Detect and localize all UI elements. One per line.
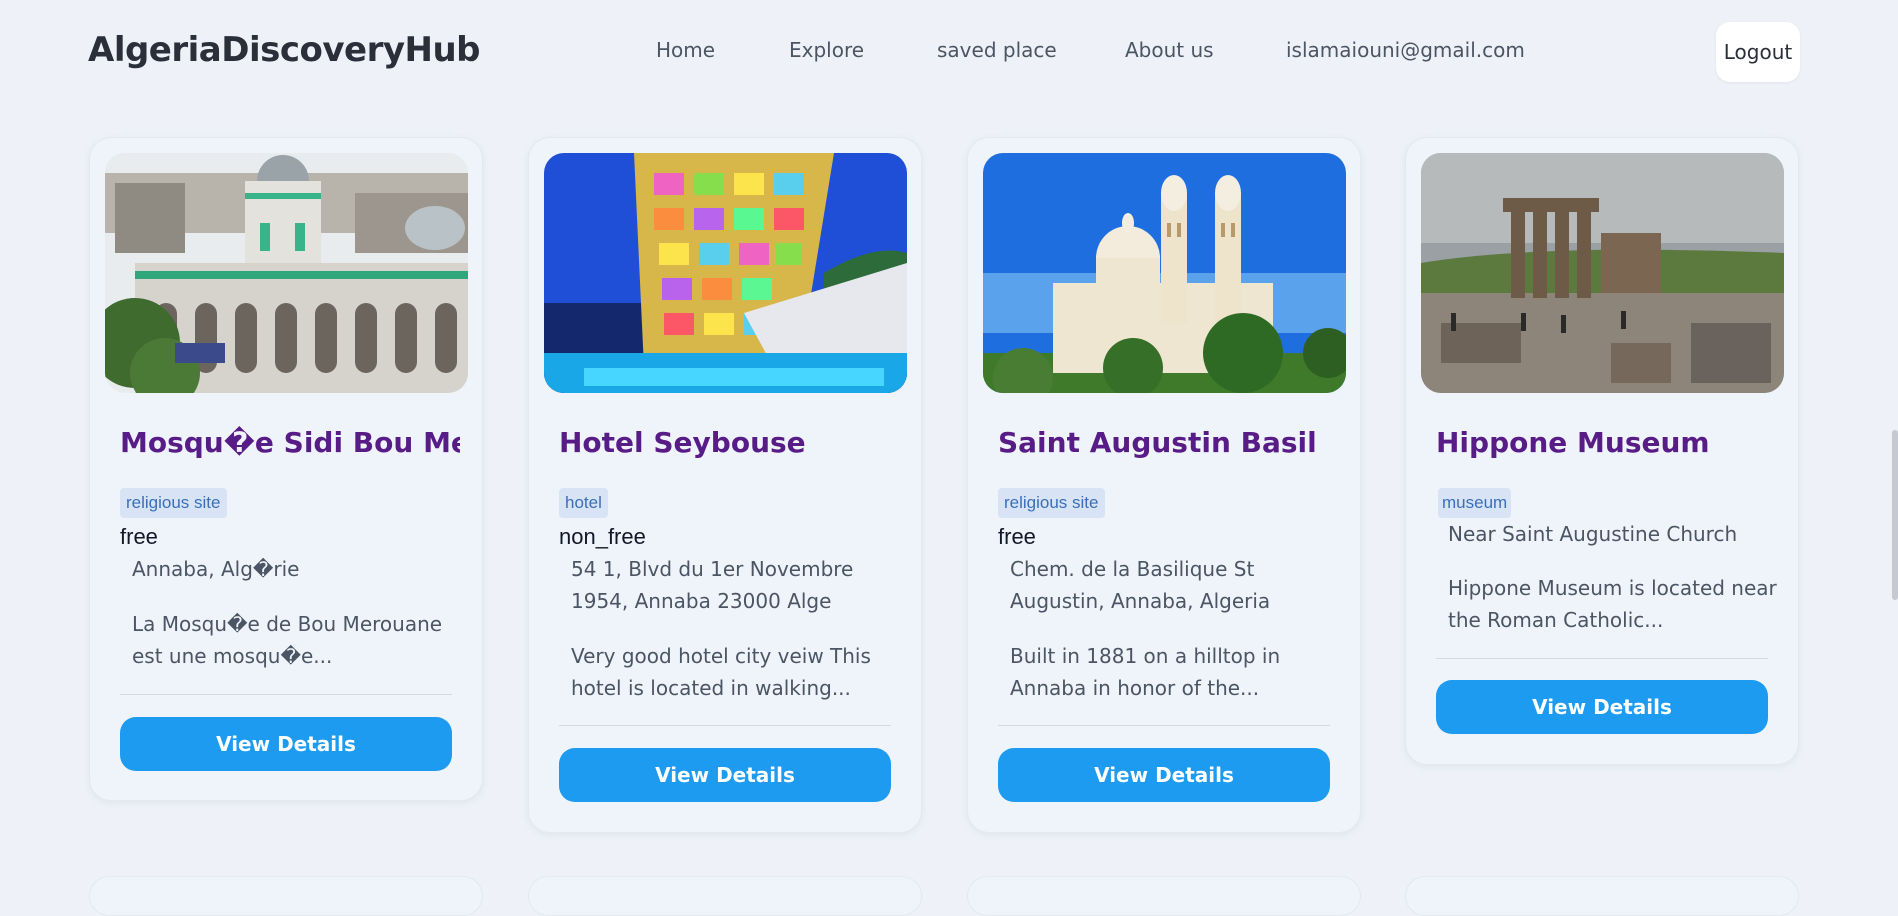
card-divider [998, 725, 1330, 726]
place-card: Mosqu�e Sidi Bou Mer religious site free… [89, 137, 483, 801]
place-address: 54 1, Blvd du 1er Novembre 1954, Annaba … [571, 557, 854, 613]
ruins-photo [1421, 153, 1784, 393]
place-card-partial [89, 876, 483, 916]
place-title[interactable]: Mosqu�e Sidi Bou Mer [120, 426, 460, 459]
site-logo[interactable]: AlgeriaDiscoveryHub [88, 30, 481, 70]
place-address: Annaba, Alg�rie [132, 557, 300, 581]
category-badge: religious site [998, 488, 1105, 518]
card-divider [120, 694, 452, 695]
basilica-photo [983, 153, 1346, 393]
nav-user-email[interactable]: islamaiouni@gmail.com [1286, 38, 1525, 62]
place-title[interactable]: Hippone Museum [1436, 426, 1776, 459]
place-description: Built in 1881 on a hilltop in Annaba in … [1010, 644, 1281, 700]
price-label: free [120, 524, 158, 549]
place-card: Hotel Seybouse hotel non_free 54 1, Blvd… [528, 137, 922, 833]
price-label: non_free [559, 524, 646, 549]
place-description: Very good hotel city veiw This hotel is … [571, 644, 871, 700]
place-card: Hippone Museum museum Near Saint Augusti… [1405, 137, 1799, 765]
category-badge: museum [1438, 488, 1512, 518]
place-card-partial [528, 876, 922, 916]
view-details-button[interactable]: View Details [1436, 680, 1768, 734]
view-details-button[interactable]: View Details [998, 748, 1330, 802]
card-divider [1436, 658, 1768, 659]
price-label: free [998, 524, 1036, 549]
hotel-photo [544, 153, 907, 393]
place-image-ruins[interactable] [1421, 153, 1784, 393]
place-description: Hippone Museum is located near the Roman… [1448, 576, 1777, 632]
mosque-photo [105, 153, 468, 393]
place-card-partial [1405, 876, 1799, 916]
place-card: Saint Augustin Basil religious site free… [967, 137, 1361, 833]
view-details-button[interactable]: View Details [559, 748, 891, 802]
view-details-button[interactable]: View Details [120, 717, 452, 771]
place-title[interactable]: Saint Augustin Basil [998, 426, 1338, 459]
top-navbar: AlgeriaDiscoveryHub Home Explore saved p… [0, 0, 1898, 102]
logout-button[interactable]: Logout [1716, 22, 1800, 82]
category-badge: hotel [559, 488, 608, 518]
place-address: Near Saint Augustine Church [1448, 522, 1738, 546]
card-divider [559, 725, 891, 726]
nav-about-us[interactable]: About us [1125, 38, 1214, 62]
place-title[interactable]: Hotel Seybouse [559, 426, 899, 459]
nav-saved-place[interactable]: saved place [937, 38, 1057, 62]
place-image-hotel[interactable] [544, 153, 907, 393]
place-image-mosque[interactable] [105, 153, 468, 393]
place-address: Chem. de la Basilique St Augustin, Annab… [1010, 557, 1271, 613]
place-card-partial [967, 876, 1361, 916]
nav-explore[interactable]: Explore [789, 38, 864, 62]
page-scrollbar[interactable] [1892, 430, 1898, 600]
place-description: La Mosqu�e de Bou Merouane est une mosqu… [132, 612, 443, 668]
place-image-basilica[interactable] [983, 153, 1346, 393]
category-badge: religious site [120, 488, 227, 518]
nav-home[interactable]: Home [656, 38, 715, 62]
